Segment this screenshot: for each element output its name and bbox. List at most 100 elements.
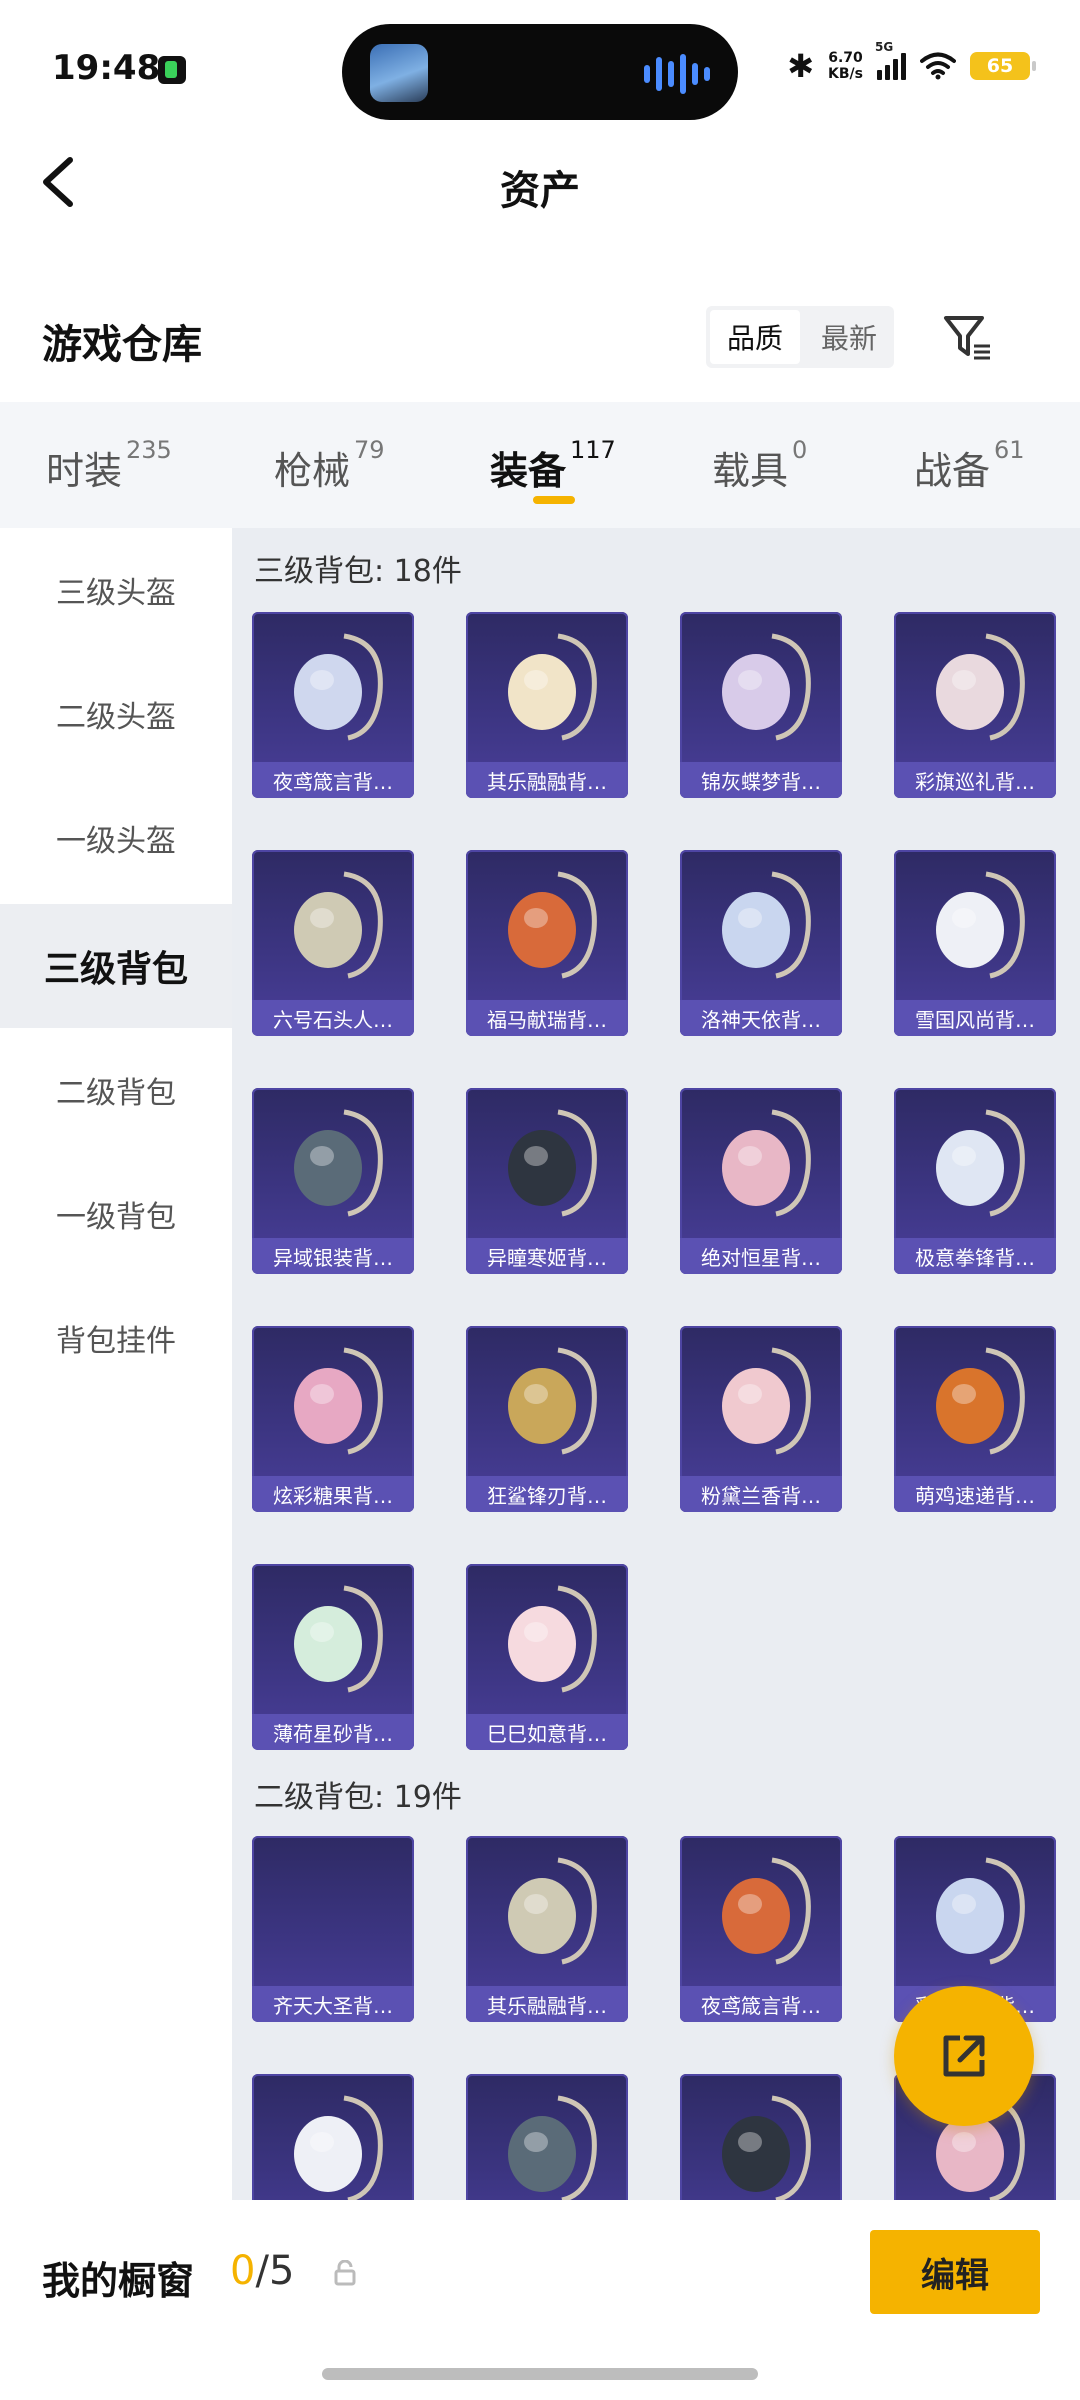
sidebar-item-backpack-2[interactable]: 二级背包 [0, 1028, 232, 1152]
tab-label: 装备 [490, 449, 567, 493]
tab-count: 117 [570, 436, 616, 464]
tab-fashion[interactable]: 时装 235 [46, 436, 172, 495]
audio-wave-icon [644, 54, 710, 94]
sort-quality-button[interactable]: 品质 [710, 310, 800, 364]
backpack-image [936, 1347, 1025, 1455]
backpack-image [508, 871, 597, 979]
showcase-label: 我的橱窗 [42, 2259, 195, 2303]
backpack-image [722, 633, 811, 741]
filter-icon [944, 316, 990, 360]
item-name: 薄荷星砂背… [252, 1714, 414, 1750]
backpack-image [508, 1347, 597, 1455]
subcategory-sidebar: 三级头盔 二级头盔 一级头盔 三级背包 二级背包 一级背包 背包挂件 [0, 528, 232, 2200]
tab-active-indicator [533, 496, 575, 504]
item-card[interactable]: 巳巳如意背… [466, 1564, 628, 1750]
item-card[interactable]: 炫彩糖果背… [252, 1326, 414, 1512]
item-name: 雪国风尚背… [894, 1000, 1056, 1036]
tab-label: 战备 [914, 449, 991, 493]
edit-button[interactable]: 编辑 [870, 2230, 1040, 2314]
backpack-image [508, 1857, 597, 1965]
item-card[interactable]: 异瞳寒姬背… [466, 1088, 628, 1274]
item-card[interactable]: 萌鸡速递背… [894, 1326, 1056, 1512]
sidebar-item-backpack-1[interactable]: 一级背包 [0, 1152, 232, 1276]
item-card[interactable]: 福马献瑞背… [466, 850, 628, 1036]
network-type: 5G [875, 40, 894, 54]
item-name: 锦灰蝶梦背… [680, 762, 842, 798]
group-title: 二级背包: 19件 [254, 1780, 462, 1815]
share-button[interactable] [894, 1986, 1034, 2126]
bluetooth-icon: ✱ [787, 47, 815, 85]
showcase-max: 5 [268, 2248, 295, 2294]
bottom-bar: 我的橱窗 0/5 编辑 [0, 2200, 1080, 2400]
item-card[interactable]: 齐天大圣背… [252, 1836, 414, 2022]
item-card[interactable]: 绝对恒星背… [680, 1088, 842, 1274]
item-card[interactable]: 薄荷星砂背… [252, 1564, 414, 1750]
tab-battle-gear[interactable]: 战备 61 [914, 436, 1025, 495]
network-speed-value: 6.70 [828, 50, 863, 66]
battery-level: 65 [986, 55, 1014, 77]
item-card[interactable]: 夜鸢箴言背… [680, 1836, 842, 2022]
sidebar-item-helmet-2[interactable]: 二级头盔 [0, 652, 232, 776]
dynamic-island[interactable] [342, 24, 738, 120]
item-name: 异域银装背… [252, 1238, 414, 1274]
item-card[interactable]: 六号石头人… [252, 850, 414, 1036]
tab-vehicles[interactable]: 载具 0 [712, 436, 807, 495]
item-card[interactable]: 极意拳锋背… [894, 1088, 1056, 1274]
backpack-image [294, 1109, 383, 1217]
item-card[interactable]: 其乐融融背… [466, 612, 628, 798]
item-name: 萌鸡速递背… [894, 1476, 1056, 1512]
item-card[interactable]: 狂鲨锋刃背… [466, 1326, 628, 1512]
tab-equipment[interactable]: 装备 117 [490, 436, 616, 495]
backpack-image [722, 2095, 811, 2200]
tab-guns[interactable]: 枪械 79 [274, 436, 385, 495]
network-speed-unit: KB/s [828, 66, 863, 82]
item-grid: 三级背包: 18件 夜鸢箴言背… 其乐融融背… 锦灰蝶梦背… 彩旗巡礼背… 六号石头人…… [232, 528, 1080, 2200]
sort-toggle: 品质 最新 [706, 306, 894, 368]
item-card[interactable] [466, 2074, 628, 2200]
status-time: 19:48 [52, 48, 161, 88]
item-name: 绝对恒星背… [680, 1238, 842, 1274]
item-card[interactable]: 锦灰蝶梦背… [680, 612, 842, 798]
item-card[interactable]: 彩旗巡礼背… [894, 612, 1056, 798]
lock-icon [334, 2260, 356, 2286]
item-card[interactable]: 洛神天依背… [680, 850, 842, 1036]
item-card[interactable]: 其乐融融背… [466, 1836, 628, 2022]
system-indicators: ✱ 6.70 KB/s 5G 65 [787, 40, 1036, 85]
backpack-image [722, 1347, 811, 1455]
item-name: 粉黛兰香背… [680, 1476, 842, 1512]
backpack-image [508, 1109, 597, 1217]
wifi-icon [920, 52, 956, 80]
tab-count: 235 [126, 436, 172, 464]
sidebar-item-backpack-3[interactable]: 三级背包 [0, 904, 232, 1028]
backpack-image [936, 633, 1025, 741]
item-card[interactable]: 夜鸢箴言背… [252, 612, 414, 798]
showcase-current: 0 [230, 2248, 256, 2294]
item-card[interactable]: 雪国风尚背… [894, 850, 1056, 1036]
home-indicator[interactable] [322, 2368, 758, 2380]
item-card[interactable]: 粉黛兰香背… [680, 1326, 842, 1512]
item-name: 其乐融融背… [466, 762, 628, 798]
signal-icon: 5G [875, 40, 906, 80]
sidebar-item-pendant[interactable]: 背包挂件 [0, 1276, 232, 1400]
item-card[interactable] [680, 2074, 842, 2200]
item-name: 彩旗巡礼背… [894, 762, 1056, 798]
sidebar-item-helmet-1[interactable]: 一级头盔 [0, 776, 232, 900]
filter-button[interactable] [940, 310, 994, 364]
sidebar-item-helmet-3[interactable]: 三级头盔 [0, 528, 232, 652]
tab-label: 枪械 [274, 449, 351, 493]
item-name: 齐天大圣背… [252, 1986, 414, 2022]
item-card[interactable] [252, 2074, 414, 2200]
item-name: 巳巳如意背… [466, 1714, 628, 1750]
tab-count: 79 [354, 436, 385, 464]
backpack-image [508, 633, 597, 741]
item-name: 极意拳锋背… [894, 1238, 1056, 1274]
backpack-image [722, 1109, 811, 1217]
page-title: 资产 [500, 168, 580, 214]
item-card[interactable]: 异域银装背… [252, 1088, 414, 1274]
sort-newest-button[interactable]: 最新 [804, 306, 894, 368]
item-name: 福马献瑞背… [466, 1000, 628, 1036]
warehouse-title: 游戏仓库 [42, 322, 202, 368]
item-name: 六号石头人… [252, 1000, 414, 1036]
backpack-image [936, 871, 1025, 979]
category-tabs: 时装 235 枪械 79 装备 117 载具 0 战备 61 [0, 402, 1080, 528]
